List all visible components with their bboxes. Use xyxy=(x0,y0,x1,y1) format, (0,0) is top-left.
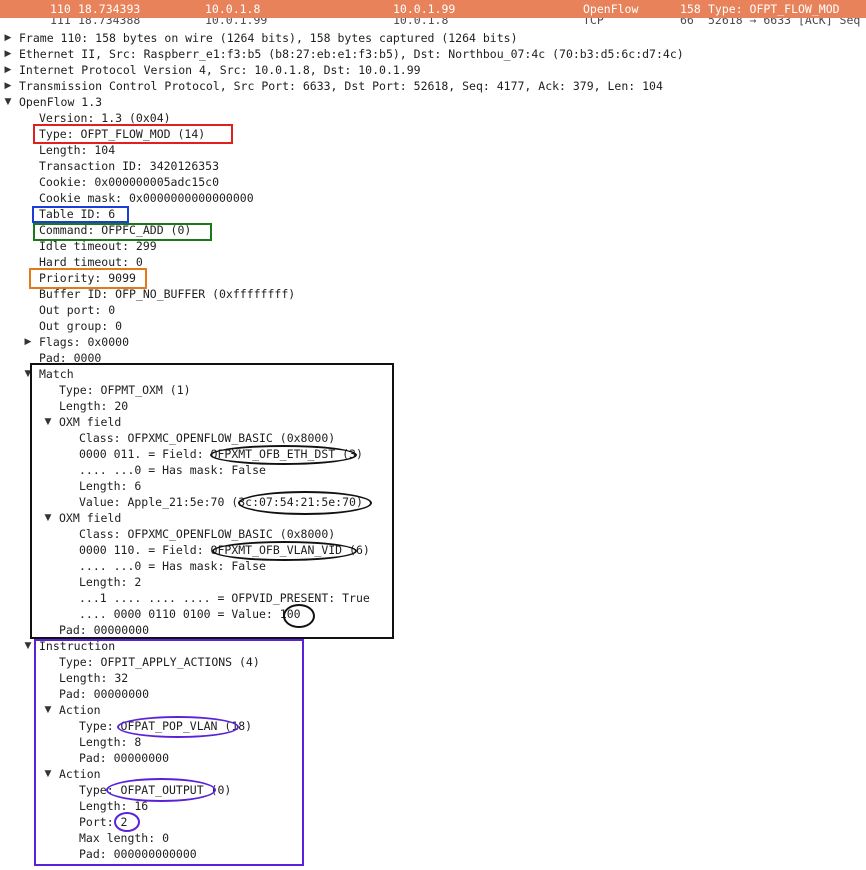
packet-destination: 10.0.1.99 xyxy=(393,2,456,16)
packet-list-row-selected[interactable]: 110 18.734393 10.0.1.8 10.0.1.99 OpenFlo… xyxy=(0,0,866,18)
tree-item-table-id[interactable]: Table ID: 6 xyxy=(0,206,866,222)
packet-info: 52618 → 6633 [ACK] Seq xyxy=(708,18,861,27)
tree-item-cookie-mask[interactable]: Cookie mask: 0x0000000000000000 xyxy=(0,190,866,206)
tree-item-openflow[interactable]: ▼ OpenFlow 1.3 xyxy=(0,94,866,110)
packet-length: 66 xyxy=(680,18,694,27)
expand-arrow-icon[interactable]: ▶ xyxy=(3,62,13,78)
expand-arrow-icon[interactable]: ▶ xyxy=(3,78,13,94)
packet-no: 111 xyxy=(50,18,71,27)
command-highlight-box xyxy=(33,223,212,241)
tree-item-ip[interactable]: ▶ Internet Protocol Version 4, Src: 10.0.… xyxy=(0,62,866,78)
mac-value-ellipse xyxy=(238,491,372,515)
expand-arrow-icon[interactable]: ▶ xyxy=(23,334,33,350)
tree-item-ethernet[interactable]: ▶ Ethernet II, Src: Raspberr_e1:f3:b5 (b8… xyxy=(0,46,866,62)
packet-info: Type: OFPT_FLOW_MOD xyxy=(708,2,840,16)
expand-arrow-icon[interactable]: ▶ xyxy=(3,46,13,62)
packet-time: 18.734388 xyxy=(78,18,141,27)
priority-highlight-box xyxy=(29,268,147,289)
packet-source: 10.0.1.8 xyxy=(205,2,261,16)
output-ellipse xyxy=(106,778,216,802)
tree-item-length[interactable]: Length: 104 xyxy=(0,142,866,158)
packet-source: 10.0.1.99 xyxy=(205,18,268,27)
vlan-vid-field-ellipse xyxy=(212,541,357,561)
pop-vlan-ellipse xyxy=(117,716,239,738)
packet-protocol: OpenFlow xyxy=(583,2,639,16)
tree-item-frame[interactable]: ▶ Frame 110: 158 bytes on wire (1264 bits… xyxy=(0,30,866,46)
collapse-arrow-icon[interactable]: ▼ xyxy=(23,638,33,654)
table-id-highlight-box xyxy=(32,206,129,223)
tree-item-transaction-id[interactable]: Transaction ID: 3420126353 xyxy=(0,158,866,174)
instruction-highlight-box xyxy=(34,639,304,866)
type-highlight-box xyxy=(33,124,233,144)
packet-destination: 10.0.1.8 xyxy=(393,18,449,27)
tree-item-tcp[interactable]: ▶ Transmission Control Protocol, Src Port… xyxy=(0,78,866,94)
port-ellipse xyxy=(114,812,140,832)
tree-item-flags[interactable]: ▶ Flags: 0x0000 xyxy=(0,334,866,350)
expand-arrow-icon[interactable]: ▶ xyxy=(3,30,13,46)
tree-item-out-group[interactable]: Out group: 0 xyxy=(0,318,866,334)
packet-no: 110 xyxy=(50,2,71,16)
vlan-value-ellipse xyxy=(283,604,315,628)
collapse-arrow-icon[interactable]: ▼ xyxy=(3,94,13,110)
packet-list-row[interactable]: 111 18.734388 10.0.1.99 10.0.1.8 TCP 66 … xyxy=(0,18,866,28)
packet-time: 18.734393 xyxy=(78,2,141,16)
tree-item-out-port[interactable]: Out port: 0 xyxy=(0,302,866,318)
packet-length: 158 xyxy=(680,2,701,16)
tree-item-cookie[interactable]: Cookie: 0x000000005adc15c0 xyxy=(0,174,866,190)
eth-dst-field-ellipse xyxy=(210,445,357,465)
packet-protocol: TCP xyxy=(583,18,604,27)
